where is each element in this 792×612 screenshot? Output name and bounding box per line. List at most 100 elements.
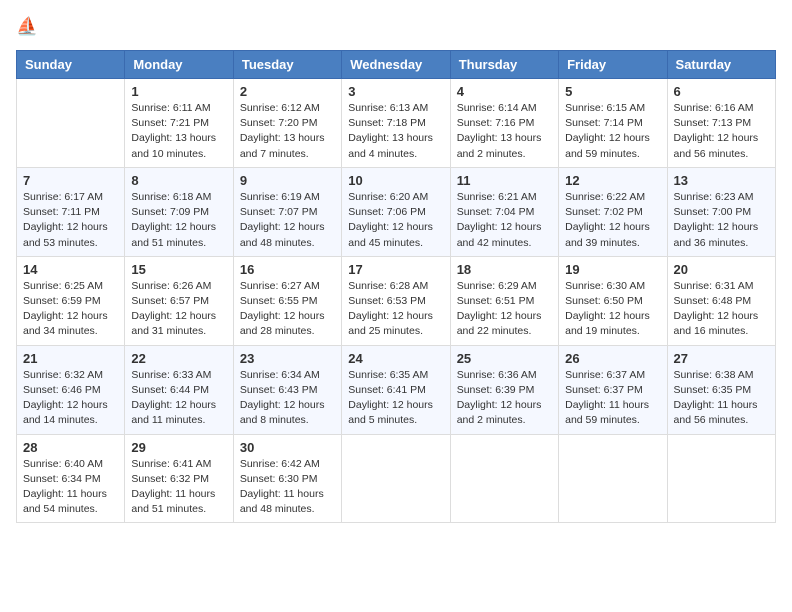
day-of-week-header: Tuesday <box>233 51 341 79</box>
calendar-cell: 9 Sunrise: 6:19 AM Sunset: 7:07 PM Daylig… <box>233 167 341 256</box>
calendar-cell: 4 Sunrise: 6:14 AM Sunset: 7:16 PM Daylig… <box>450 79 558 168</box>
calendar-cell: 1 Sunrise: 6:11 AM Sunset: 7:21 PM Daylig… <box>125 79 233 168</box>
day-number: 6 <box>674 84 769 99</box>
calendar-cell: 17 Sunrise: 6:28 AM Sunset: 6:53 PM Dayli… <box>342 256 450 345</box>
calendar-cell: 6Sunrise: 6:16 AM Sunset: 7:13 PM Daylig… <box>667 79 775 168</box>
day-info-text: Sunrise: 6:13 AM Sunset: 7:18 PM Dayligh… <box>348 101 443 162</box>
calendar-cell: 13 Sunrise: 6:23 AM Sunset: 7:00 PM Dayli… <box>667 167 775 256</box>
calendar-cell: 18 Sunrise: 6:29 AM Sunset: 6:51 PM Dayli… <box>450 256 558 345</box>
day-info-text: Sunrise: 6:17 AM Sunset: 7:11 PM Dayligh… <box>23 190 118 251</box>
day-info-text: Sunrise: 6:25 AM Sunset: 6:59 PM Dayligh… <box>23 279 118 340</box>
calendar-cell: 23 Sunrise: 6:34 AM Sunset: 6:43 PM Dayli… <box>233 345 341 434</box>
day-info-text: Sunrise: 6:38 AM Sunset: 6:35 PM Dayligh… <box>674 368 769 429</box>
day-number: 4 <box>457 84 552 99</box>
day-info-text: Sunrise: 6:29 AM Sunset: 6:51 PM Dayligh… <box>457 279 552 340</box>
page-header: ⛵ <box>16 16 776 40</box>
day-info-text: Sunrise: 6:30 AM Sunset: 6:50 PM Dayligh… <box>565 279 660 340</box>
day-info-text: Sunrise: 6:18 AM Sunset: 7:09 PM Dayligh… <box>131 190 226 251</box>
calendar-cell: 27 Sunrise: 6:38 AM Sunset: 6:35 PM Dayli… <box>667 345 775 434</box>
calendar-cell: 16Sunrise: 6:27 AM Sunset: 6:55 PM Dayli… <box>233 256 341 345</box>
calendar-cell: 10 Sunrise: 6:20 AM Sunset: 7:06 PM Dayli… <box>342 167 450 256</box>
day-number: 20 <box>674 262 769 277</box>
calendar-cell: 22 Sunrise: 6:33 AM Sunset: 6:44 PM Dayli… <box>125 345 233 434</box>
day-number: 3 <box>348 84 443 99</box>
svg-text:⛵: ⛵ <box>16 16 38 36</box>
day-number: 2 <box>240 84 335 99</box>
calendar-cell: 21 Sunrise: 6:32 AM Sunset: 6:46 PM Dayli… <box>17 345 125 434</box>
calendar-week-row: 1 Sunrise: 6:11 AM Sunset: 7:21 PM Daylig… <box>17 79 776 168</box>
day-info-text: Sunrise: 6:41 AM Sunset: 6:32 PM Dayligh… <box>131 457 226 518</box>
day-number: 18 <box>457 262 552 277</box>
day-info-text: Sunrise: 6:26 AM Sunset: 6:57 PM Dayligh… <box>131 279 226 340</box>
day-info-text: Sunrise: 6:37 AM Sunset: 6:37 PM Dayligh… <box>565 368 660 429</box>
day-info-text: Sunrise: 6:34 AM Sunset: 6:43 PM Dayligh… <box>240 368 335 429</box>
calendar-cell <box>450 434 558 523</box>
calendar-cell: 25 Sunrise: 6:36 AM Sunset: 6:39 PM Dayli… <box>450 345 558 434</box>
day-info-text: Sunrise: 6:28 AM Sunset: 6:53 PM Dayligh… <box>348 279 443 340</box>
day-number: 15 <box>131 262 226 277</box>
day-number: 14 <box>23 262 118 277</box>
day-number: 8 <box>131 173 226 188</box>
day-of-week-header: Monday <box>125 51 233 79</box>
day-number: 22 <box>131 351 226 366</box>
day-info-text: Sunrise: 6:32 AM Sunset: 6:46 PM Dayligh… <box>23 368 118 429</box>
day-info-text: Sunrise: 6:33 AM Sunset: 6:44 PM Dayligh… <box>131 368 226 429</box>
day-number: 26 <box>565 351 660 366</box>
calendar-cell <box>559 434 667 523</box>
day-info-text: Sunrise: 6:12 AM Sunset: 7:20 PM Dayligh… <box>240 101 335 162</box>
day-number: 24 <box>348 351 443 366</box>
day-number: 19 <box>565 262 660 277</box>
calendar-week-row: 28 Sunrise: 6:40 AM Sunset: 6:34 PM Dayli… <box>17 434 776 523</box>
day-info-text: Sunrise: 6:40 AM Sunset: 6:34 PM Dayligh… <box>23 457 118 518</box>
day-number: 25 <box>457 351 552 366</box>
day-number: 10 <box>348 173 443 188</box>
day-number: 23 <box>240 351 335 366</box>
calendar-cell: 12 Sunrise: 6:22 AM Sunset: 7:02 PM Dayli… <box>559 167 667 256</box>
calendar-table: SundayMondayTuesdayWednesdayThursdayFrid… <box>16 50 776 523</box>
calendar-cell: 14 Sunrise: 6:25 AM Sunset: 6:59 PM Dayli… <box>17 256 125 345</box>
day-number: 9 <box>240 173 335 188</box>
calendar-cell: 7 Sunrise: 6:17 AM Sunset: 7:11 PM Daylig… <box>17 167 125 256</box>
day-info-text: Sunrise: 6:19 AM Sunset: 7:07 PM Dayligh… <box>240 190 335 251</box>
day-info-text: Sunrise: 6:27 AM Sunset: 6:55 PM Dayligh… <box>240 279 335 340</box>
day-info-text: Sunrise: 6:11 AM Sunset: 7:21 PM Dayligh… <box>131 101 226 162</box>
day-of-week-header: Thursday <box>450 51 558 79</box>
day-number: 5 <box>565 84 660 99</box>
day-number: 30 <box>240 440 335 455</box>
day-info-text: Sunrise: 6:36 AM Sunset: 6:39 PM Dayligh… <box>457 368 552 429</box>
day-number: 27 <box>674 351 769 366</box>
calendar-cell <box>17 79 125 168</box>
day-of-week-header: Friday <box>559 51 667 79</box>
day-number: 12 <box>565 173 660 188</box>
day-number: 11 <box>457 173 552 188</box>
day-number: 1 <box>131 84 226 99</box>
day-number: 7 <box>23 173 118 188</box>
day-of-week-header: Wednesday <box>342 51 450 79</box>
day-number: 28 <box>23 440 118 455</box>
day-info-text: Sunrise: 6:15 AM Sunset: 7:14 PM Dayligh… <box>565 101 660 162</box>
day-info-text: Sunrise: 6:20 AM Sunset: 7:06 PM Dayligh… <box>348 190 443 251</box>
day-number: 13 <box>674 173 769 188</box>
calendar-header-row: SundayMondayTuesdayWednesdayThursdayFrid… <box>17 51 776 79</box>
day-info-text: Sunrise: 6:23 AM Sunset: 7:00 PM Dayligh… <box>674 190 769 251</box>
calendar-cell: 28 Sunrise: 6:40 AM Sunset: 6:34 PM Dayli… <box>17 434 125 523</box>
day-number: 21 <box>23 351 118 366</box>
day-number: 17 <box>348 262 443 277</box>
calendar-cell: 30Sunrise: 6:42 AM Sunset: 6:30 PM Dayli… <box>233 434 341 523</box>
calendar-week-row: 21 Sunrise: 6:32 AM Sunset: 6:46 PM Dayli… <box>17 345 776 434</box>
day-info-text: Sunrise: 6:14 AM Sunset: 7:16 PM Dayligh… <box>457 101 552 162</box>
logo-icon: ⛵ <box>16 16 40 40</box>
day-number: 29 <box>131 440 226 455</box>
day-info-text: Sunrise: 6:31 AM Sunset: 6:48 PM Dayligh… <box>674 279 769 340</box>
day-of-week-header: Saturday <box>667 51 775 79</box>
calendar-cell <box>667 434 775 523</box>
calendar-week-row: 14 Sunrise: 6:25 AM Sunset: 6:59 PM Dayli… <box>17 256 776 345</box>
calendar-cell: 15 Sunrise: 6:26 AM Sunset: 6:57 PM Dayli… <box>125 256 233 345</box>
calendar-cell: 26 Sunrise: 6:37 AM Sunset: 6:37 PM Dayli… <box>559 345 667 434</box>
calendar-cell: 19 Sunrise: 6:30 AM Sunset: 6:50 PM Dayli… <box>559 256 667 345</box>
day-info-text: Sunrise: 6:22 AM Sunset: 7:02 PM Dayligh… <box>565 190 660 251</box>
calendar-cell: 5 Sunrise: 6:15 AM Sunset: 7:14 PM Daylig… <box>559 79 667 168</box>
calendar-week-row: 7 Sunrise: 6:17 AM Sunset: 7:11 PM Daylig… <box>17 167 776 256</box>
calendar-cell: 24Sunrise: 6:35 AM Sunset: 6:41 PM Dayli… <box>342 345 450 434</box>
calendar-cell: 8 Sunrise: 6:18 AM Sunset: 7:09 PM Daylig… <box>125 167 233 256</box>
